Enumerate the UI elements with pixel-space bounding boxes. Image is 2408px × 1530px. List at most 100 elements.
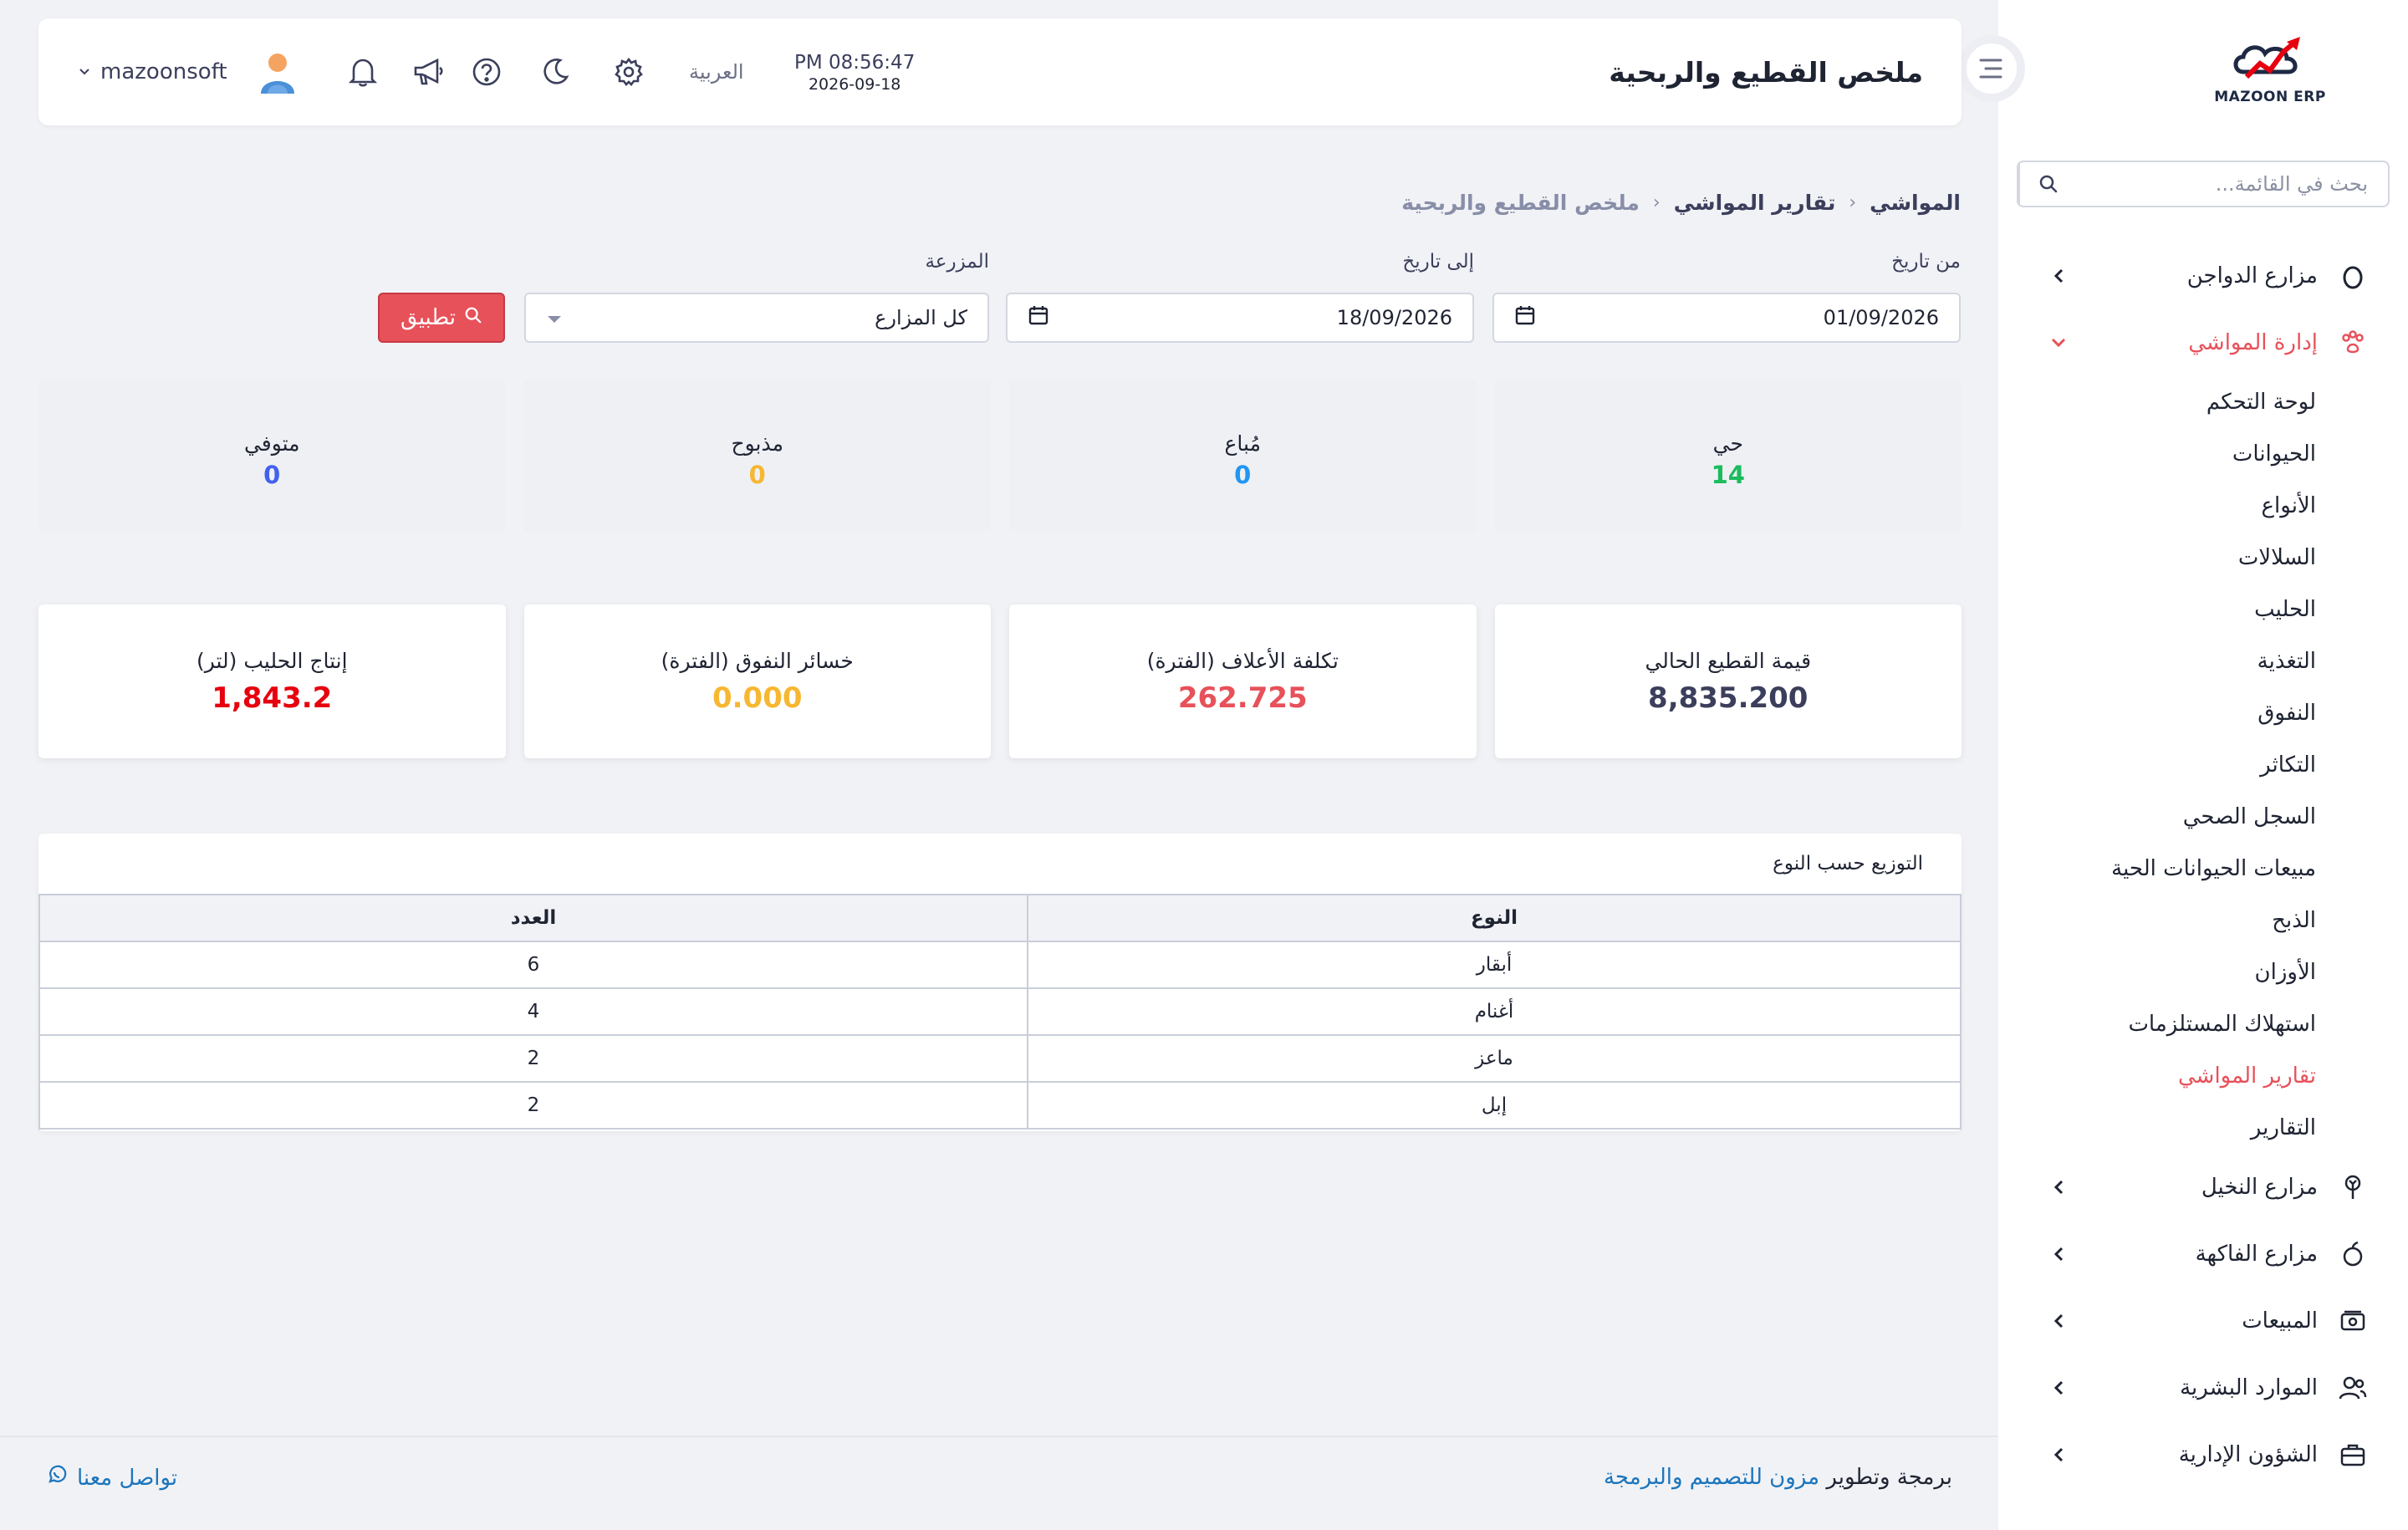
kpi-cards: قيمة القطيع الحالي 8,835.200 تكلفة الأعل… [38,604,1962,758]
submenu-item[interactable]: السلالات [1998,532,2316,584]
kpi-herd-value: قيمة القطيع الحالي 8,835.200 [1494,604,1962,758]
kpi-label: تكلفة الأعلاف (الفترة) [1146,648,1339,673]
logo-icon [2233,37,2300,79]
menu-group-label: المبيعات [2242,1308,2318,1334]
farm-label: المزرعة [925,251,989,273]
caret-down-icon [546,306,563,329]
menu-group-fruit[interactable]: مزارع الفاكهة [1998,1221,2408,1288]
cell-count: 2 [38,1081,1028,1130]
breadcrumb-item[interactable]: المواشي [1870,191,1961,215]
submenu-item[interactable]: الحيوانات [1998,428,2316,480]
kpi-value: 262.725 [1177,681,1308,715]
submenu-item-active[interactable]: تقارير المواشي [1998,1050,2316,1102]
chevron-left-icon: ‹ [1652,192,1661,213]
menu-group-label: الموارد البشرية [2180,1375,2318,1400]
breadcrumb-item[interactable]: تقارير المواشي [1674,191,1836,215]
language-switch[interactable]: العربية [689,18,744,125]
kpi-label: إنتاج الحليب (لتر) [196,648,348,673]
egg-icon [2338,261,2368,291]
apply-button-label: تطبيق [400,305,456,330]
chevron-left-icon [2048,1378,2069,1398]
submenu-item[interactable]: التكاثر [1998,739,2316,791]
sidebar: MAZOON ERP مزارع الدواجن [1958,0,2408,1530]
status-label: حي [1712,431,1743,456]
submenu-item[interactable]: مبيعات الحيوانات الحية [1998,843,2316,895]
status-value: 14 [1711,460,1745,489]
status-deceased: متوفي 0 [38,380,506,531]
status-value: 0 [748,460,766,489]
submenu-item[interactable]: استهلاك المستلزمات [1998,998,2316,1050]
top-header: ملخص القطيع والربحية PM 08:56:47 2026-09… [38,18,1962,125]
status-sold: مُباع 0 [1009,380,1477,531]
gear-icon[interactable] [612,55,645,89]
distribution-table: النوع العدد أبقار 6 أغنام 4 ماعز 2 إبل 2 [38,894,1962,1130]
contact-link[interactable]: تواصل معنا [47,1465,177,1491]
column-header-count[interactable]: العدد [38,894,1028,942]
cell-type: أغنام [1027,987,1962,1036]
search-icon[interactable] [2018,162,2077,206]
submenu-item[interactable]: لوحة التحكم [1998,376,2316,428]
megaphone-icon[interactable] [411,55,445,89]
calendar-icon[interactable] [1028,304,1049,331]
kpi-value: 0.000 [712,681,803,715]
menu-lines-icon [1979,59,2002,79]
status-value: 0 [263,460,281,489]
menu-group-poultry[interactable]: مزارع الدواجن [1998,242,2408,309]
apply-button[interactable]: تطبيق [378,293,505,343]
sidebar-toggle-button[interactable] [1958,35,2025,102]
chevron-left-icon [2048,1445,2069,1465]
breadcrumb-current: ملخص القطيع والربحية [1401,191,1640,215]
table-header-row: النوع العدد [38,894,1962,942]
menu-group-sales[interactable]: المبيعات [1998,1288,2408,1354]
menu-group-label: مزارع الفاكهة [2195,1242,2318,1267]
chevron-left-icon [2048,266,2069,286]
footer-credit-link[interactable]: مزون للتصميم والبرمجة [1604,1465,1819,1490]
calendar-icon[interactable] [1514,304,1536,331]
submenu-item[interactable]: السجل الصحي [1998,791,2316,843]
brand-name: MAZOON ERP [2214,89,2326,105]
submenu-item[interactable]: الأوزان [1998,946,2316,998]
menu-group-label: إدارة المواشي [2188,330,2318,355]
submenu-item[interactable]: الذبح [1998,895,2316,946]
submenu-item[interactable]: النفوق [1998,687,2316,739]
submenu-item[interactable]: الحليب [1998,584,2316,635]
cash-icon [2338,1306,2368,1336]
footer-credit-prefix: برمجة وتطوير [1826,1465,1952,1490]
column-header-type[interactable]: النوع [1027,894,1962,942]
kpi-label: قيمة القطيع الحالي [1645,648,1812,673]
apple-icon [2338,1239,2368,1269]
kpi-value: 1,843.2 [212,681,333,715]
kpi-value: 8,835.200 [1648,681,1809,715]
menu-group-label: الشؤون الإدارية [2178,1442,2318,1467]
menu-group-livestock[interactable]: إدارة المواشي [1998,309,2408,376]
submenu-item[interactable]: التقارير [1998,1102,2316,1154]
distribution-card: التوزيع حسب النوع النوع العدد أبقار 6 أغ… [38,834,1962,1131]
moon-icon[interactable] [538,55,572,89]
menu-group-admin[interactable]: الشؤون الإدارية [1998,1421,2408,1488]
table-row: إبل 2 [38,1081,1962,1130]
brand-logo[interactable]: MAZOON ERP [2207,33,2333,117]
from-date-field[interactable]: 01/09/2026 [1492,293,1961,343]
chevron-down-icon [2048,333,2069,353]
cell-type: ماعز [1027,1034,1962,1083]
sidebar-search-input[interactable] [2077,172,2388,196]
footer-divider [0,1436,1998,1437]
bell-icon[interactable] [346,55,380,89]
chevron-left-icon: ‹ [1849,192,1857,213]
help-icon[interactable] [470,55,503,89]
submenu-item[interactable]: التغذية [1998,635,2316,687]
menu-group-palm[interactable]: مزارع النخيل [1998,1154,2408,1221]
kpi-feed-cost: تكلفة الأعلاف (الفترة) 262.725 [1009,604,1477,758]
to-date-field[interactable]: 18/09/2026 [1006,293,1474,343]
clock-time: PM 08:56:47 [794,52,916,74]
palm-icon [2338,1172,2368,1202]
briefcase-icon [2338,1440,2368,1470]
cell-count: 4 [38,987,1028,1036]
menu-group-hr[interactable]: الموارد البشرية [1998,1354,2408,1421]
user-menu[interactable]: mazoonsoft [77,18,299,125]
from-date-value: 01/09/2026 [1823,306,1939,329]
farm-select[interactable]: كل المزارع [524,293,989,343]
kpi-mortality-loss: خسائر النفوق (الفترة) 0.000 [523,604,991,758]
status-label: مذبوح [731,431,784,456]
submenu-item[interactable]: الأنواع [1998,480,2316,532]
